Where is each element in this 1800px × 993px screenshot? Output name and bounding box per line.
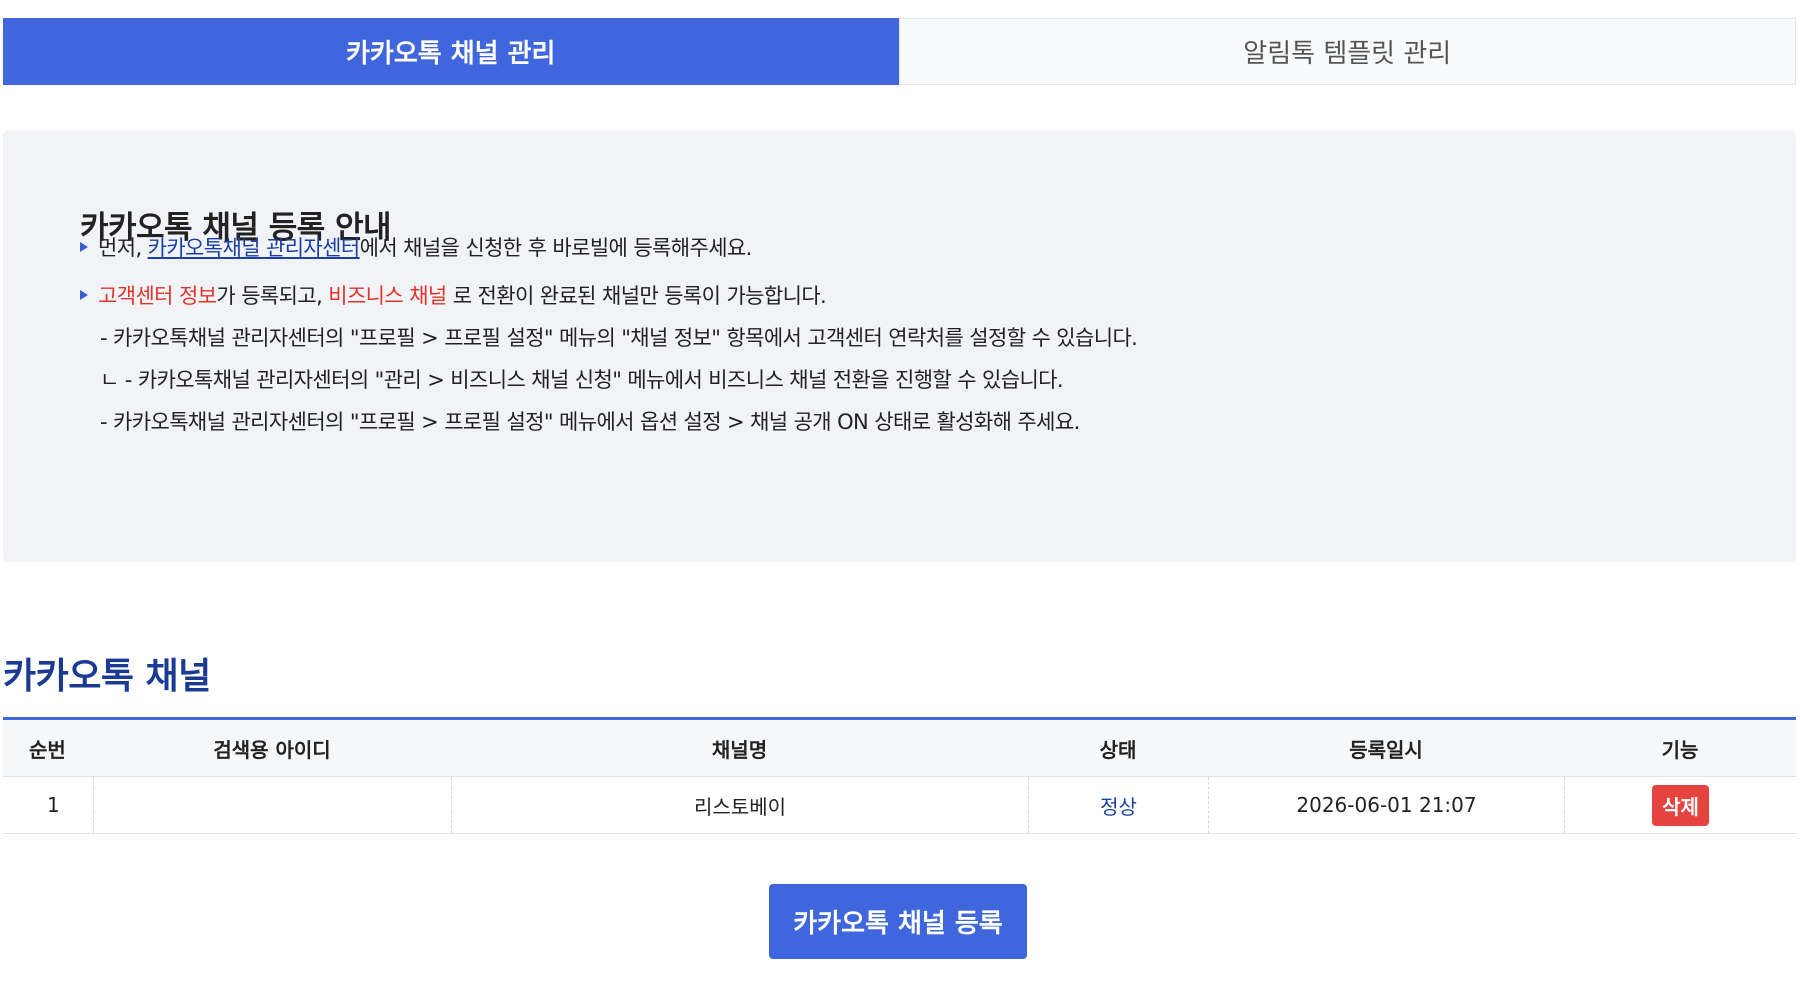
business-channel-text: 비즈니스 채널 — [328, 284, 447, 308]
cell-status: 정상 — [1028, 777, 1208, 833]
bullet-icon — [80, 242, 88, 252]
tab-template-management[interactable]: 알림톡 템플릿 관리 — [898, 18, 1796, 85]
table-row: 1 리스토베이 정상 2026-06-01 21:07 삭제 — [3, 777, 1796, 834]
info-line-1: 먼저, 카카오톡채널 관리자센터에서 채널을 신청한 후 바로빌에 등록해주세요… — [80, 232, 752, 262]
tab-channel-management[interactable]: 카카오톡 채널 관리 — [3, 18, 899, 85]
info-sub-2: ㄴ - 카카오톡채널 관리자센터의 "관리 > 비즈니스 채널 신청" 메뉴에서… — [100, 368, 1064, 392]
info-sub-3: - 카카오톡채널 관리자센터의 "프로필 > 프로필 설정" 메뉴에서 옵션 설… — [100, 410, 1080, 434]
table-header-row: 순번 검색용 아이디 채널명 상태 등록일시 기능 — [3, 720, 1796, 777]
register-channel-button[interactable]: 카카오톡 채널 등록 — [769, 884, 1027, 959]
info-sub-1: - 카카오톡채널 관리자센터의 "프로필 > 프로필 설정" 메뉴의 "채널 정… — [100, 326, 1138, 350]
header-action: 기능 — [1661, 737, 1699, 762]
cell-no: 1 — [47, 793, 60, 817]
tab-bar: 카카오톡 채널 관리 알림톡 템플릿 관리 — [3, 18, 1796, 85]
cell-channel-name: 리스토베이 — [451, 777, 1028, 833]
header-search-id: 검색용 아이디 — [213, 737, 331, 762]
section-title: 카카오톡 채널 — [3, 656, 211, 697]
header-no: 순번 — [29, 737, 66, 762]
customer-center-text: 고객센터 정보 — [98, 284, 217, 308]
status-link[interactable]: 정상 — [1100, 791, 1137, 820]
channel-table: 순번 검색용 아이디 채널명 상태 등록일시 기능 1 리스토베이 정상 202… — [3, 717, 1796, 834]
cell-action: 삭제 — [1564, 777, 1796, 833]
cell-search-id — [93, 777, 451, 833]
info-line-2: 고객센터 정보가 등록되고, 비즈니스 채널 로 전환이 완료된 채널만 등록이… — [80, 280, 827, 310]
admin-center-link[interactable]: 카카오톡채널 관리자센터 — [148, 236, 361, 260]
header-channel-name: 채널명 — [711, 737, 768, 762]
bullet-icon — [80, 290, 88, 300]
header-status: 상태 — [1099, 737, 1137, 762]
delete-button[interactable]: 삭제 — [1652, 784, 1709, 826]
info-box: 카카오톡 채널 등록 안내 먼저, 카카오톡채널 관리자센터에서 채널을 신청한… — [3, 130, 1796, 562]
cell-date: 2026-06-01 21:07 — [1208, 777, 1564, 833]
header-date: 등록일시 — [1349, 737, 1423, 762]
